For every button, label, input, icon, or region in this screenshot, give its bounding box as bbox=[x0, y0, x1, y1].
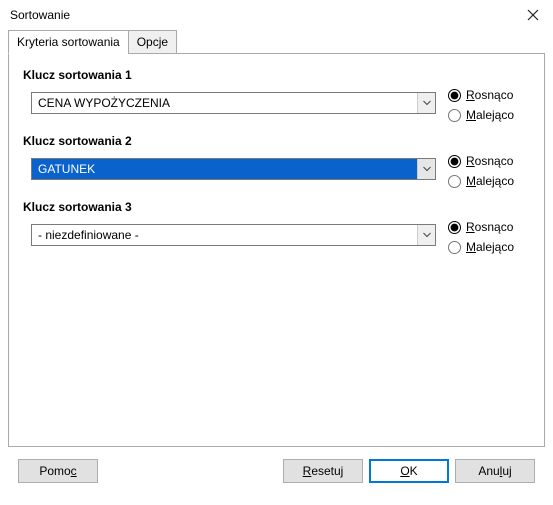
sort-key-3-dropdown-btn[interactable] bbox=[417, 225, 435, 245]
sort-key-3-value: - niezdefiniowane - bbox=[32, 228, 417, 242]
sort-key-3-order: Rosnąco Malejąco bbox=[448, 220, 530, 254]
window-title: Sortowanie bbox=[10, 8, 70, 22]
sort-key-3-desc-label: Malejąco bbox=[466, 240, 514, 254]
sort-key-1-select[interactable]: CENA WYPOŻYCZENIA bbox=[31, 92, 436, 114]
sort-key-2-label: Klucz sortowania 2 bbox=[23, 134, 530, 148]
spacer bbox=[104, 459, 277, 483]
sort-key-2-select[interactable]: GATUNEK bbox=[31, 158, 436, 180]
reset-button-label: Resetuj bbox=[303, 464, 344, 478]
content-area: Kryteria sortowania Opcje Klucz sortowan… bbox=[0, 30, 553, 501]
tab-panel: Klucz sortowania 1 CENA WYPOŻYCZENIA Ros… bbox=[8, 53, 545, 447]
sort-key-1-desc-radio[interactable]: Malejąco bbox=[448, 108, 530, 122]
cancel-button-label: Anuluj bbox=[478, 464, 511, 478]
sort-key-3-label: Klucz sortowania 3 bbox=[23, 200, 530, 214]
sort-key-3-asc-label: Rosnąco bbox=[466, 220, 513, 234]
help-button-label: Pomoc bbox=[39, 464, 76, 478]
sort-key-1-label: Klucz sortowania 1 bbox=[23, 68, 530, 82]
sort-key-1-dropdown-btn[interactable] bbox=[417, 93, 435, 113]
reset-button[interactable]: Resetuj bbox=[283, 459, 363, 483]
sort-key-3-asc-radio[interactable]: Rosnąco bbox=[448, 220, 530, 234]
sort-key-2-desc-label: Malejąco bbox=[466, 174, 514, 188]
sort-key-2-desc-radio[interactable]: Malejąco bbox=[448, 174, 530, 188]
sort-key-3-asc-input[interactable] bbox=[448, 221, 461, 234]
sort-key-2-group: Klucz sortowania 2 GATUNEK Rosnąco Mal bbox=[23, 134, 530, 188]
sort-key-2-asc-label: Rosnąco bbox=[466, 154, 513, 168]
button-row: Pomoc Resetuj OK Anuluj bbox=[8, 447, 545, 493]
chevron-down-icon bbox=[423, 166, 431, 172]
sort-key-1-group: Klucz sortowania 1 CENA WYPOŻYCZENIA Ros… bbox=[23, 68, 530, 122]
sort-key-1-value: CENA WYPOŻYCZENIA bbox=[32, 96, 417, 110]
sort-key-2-value: GATUNEK bbox=[32, 162, 417, 176]
sort-key-1-asc-label: Rosnąco bbox=[466, 88, 513, 102]
sort-key-1-desc-label: Malejąco bbox=[466, 108, 514, 122]
chevron-down-icon bbox=[423, 232, 431, 238]
tabstrip: Kryteria sortowania Opcje bbox=[8, 30, 545, 54]
sort-key-2-asc-radio[interactable]: Rosnąco bbox=[448, 154, 530, 168]
sort-key-2-asc-input[interactable] bbox=[448, 155, 461, 168]
sort-key-1-asc-input[interactable] bbox=[448, 89, 461, 102]
sort-key-3-select[interactable]: - niezdefiniowane - bbox=[31, 224, 436, 246]
sort-key-1-desc-input[interactable] bbox=[448, 109, 461, 122]
sort-key-3-desc-input[interactable] bbox=[448, 241, 461, 254]
sort-key-2-order: Rosnąco Malejąco bbox=[448, 154, 530, 188]
sort-key-2-dropdown-btn[interactable] bbox=[417, 159, 435, 179]
sort-key-1-order: Rosnąco Malejąco bbox=[448, 88, 530, 122]
cancel-button[interactable]: Anuluj bbox=[455, 459, 535, 483]
tab-options[interactable]: Opcje bbox=[128, 30, 177, 54]
close-icon bbox=[527, 9, 539, 21]
tab-criteria[interactable]: Kryteria sortowania bbox=[8, 30, 129, 54]
ok-button[interactable]: OK bbox=[369, 459, 449, 483]
help-button[interactable]: Pomoc bbox=[18, 459, 98, 483]
ok-button-label: OK bbox=[400, 464, 417, 478]
sort-key-3-desc-radio[interactable]: Malejąco bbox=[448, 240, 530, 254]
sort-key-1-asc-radio[interactable]: Rosnąco bbox=[448, 88, 530, 102]
titlebar: Sortowanie bbox=[0, 0, 553, 30]
sort-key-3-group: Klucz sortowania 3 - niezdefiniowane - R… bbox=[23, 200, 530, 254]
chevron-down-icon bbox=[423, 100, 431, 106]
close-button[interactable] bbox=[521, 3, 545, 27]
sort-key-2-desc-input[interactable] bbox=[448, 175, 461, 188]
